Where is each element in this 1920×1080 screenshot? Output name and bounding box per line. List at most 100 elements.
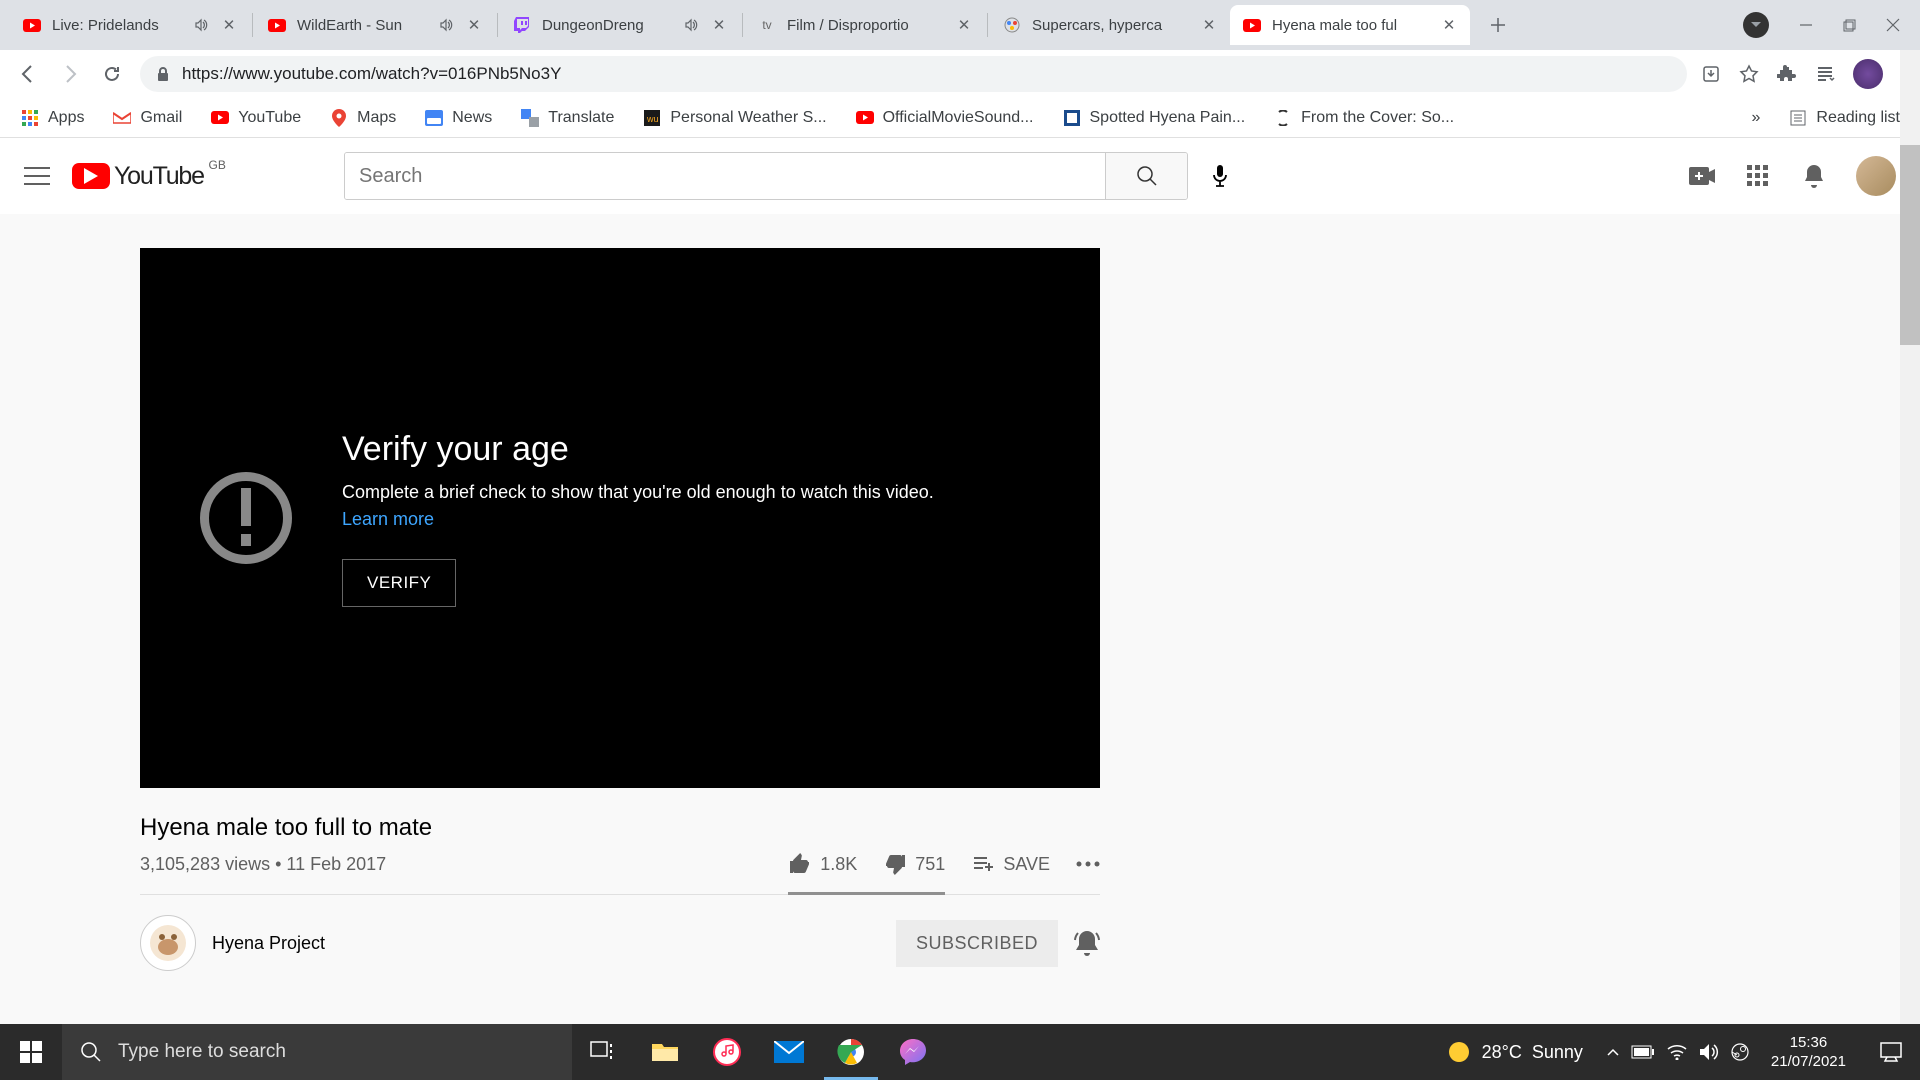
lock-icon: [156, 66, 170, 82]
bookmark-moviesound[interactable]: OfficialMovieSound...: [855, 108, 1034, 128]
dislike-button[interactable]: 751: [883, 852, 945, 876]
profile-avatar[interactable]: [1853, 59, 1883, 89]
action-center-icon[interactable]: [1868, 1042, 1914, 1062]
wifi-icon[interactable]: [1667, 1044, 1687, 1060]
close-icon[interactable]: ✕: [955, 16, 973, 34]
audio-icon[interactable]: [684, 18, 698, 32]
like-button[interactable]: 1.8K: [788, 852, 857, 876]
scroll-thumb[interactable]: [1900, 145, 1920, 345]
volume-icon[interactable]: [1699, 1043, 1719, 1061]
save-button[interactable]: SAVE: [971, 852, 1050, 876]
reading-list-icon[interactable]: [1815, 64, 1835, 84]
tab-twitch[interactable]: DungeonDreng ✕: [500, 5, 740, 45]
bookmark-translate[interactable]: Translate: [520, 108, 614, 128]
channel-avatar[interactable]: [140, 915, 196, 971]
tab-film[interactable]: tv Film / Disproportio ✕: [745, 5, 985, 45]
window-close-button[interactable]: [1886, 18, 1900, 32]
voice-search-button[interactable]: [1196, 152, 1244, 200]
more-actions-button[interactable]: [1076, 861, 1100, 867]
create-button[interactable]: [1688, 162, 1716, 190]
generic-favicon-icon: [1062, 108, 1082, 128]
reading-list-button[interactable]: Reading list: [1788, 108, 1900, 128]
guide-menu-button[interactable]: [24, 167, 50, 185]
age-gate-body: Complete a brief check to show that you'…: [342, 479, 982, 533]
start-button[interactable]: [0, 1024, 62, 1080]
tab-hyena-active[interactable]: Hyena male too ful ✕: [1230, 5, 1470, 45]
tab-title: DungeonDreng: [542, 17, 678, 34]
bookmark-weather[interactable]: wuPersonal Weather S...: [642, 108, 826, 128]
bookmark-label: Apps: [48, 109, 84, 127]
notification-bell-button[interactable]: [1074, 928, 1100, 958]
itunes-button[interactable]: [696, 1024, 758, 1080]
weather-widget[interactable]: 28°C Sunny: [1436, 1039, 1593, 1065]
notifications-button[interactable]: [1800, 162, 1828, 190]
youtube-icon: [855, 108, 875, 128]
url-input[interactable]: https://www.youtube.com/watch?v=016PNb5N…: [140, 56, 1687, 92]
tab-title: Live: Pridelands: [52, 17, 188, 34]
chrome-button[interactable]: [820, 1024, 882, 1080]
forward-button[interactable]: [56, 60, 84, 88]
audio-icon[interactable]: [194, 18, 208, 32]
bookmark-hyena[interactable]: Spotted Hyena Pain...: [1062, 108, 1246, 128]
messenger-button[interactable]: [882, 1024, 944, 1080]
gmail-icon: [112, 108, 132, 128]
warning-icon: [200, 472, 292, 564]
tab-wildearth[interactable]: WildEarth - Sun ✕: [255, 5, 495, 45]
sun-icon: [1446, 1039, 1472, 1065]
maximize-button[interactable]: [1843, 19, 1856, 32]
mail-button[interactable]: [758, 1024, 820, 1080]
bookmark-maps[interactable]: Maps: [329, 108, 396, 128]
account-avatar[interactable]: [1856, 156, 1896, 196]
audio-icon[interactable]: [439, 18, 453, 32]
youtube-wordmark: YouTube: [114, 162, 204, 191]
close-icon[interactable]: ✕: [220, 16, 238, 34]
verify-button[interactable]: VERIFY: [342, 559, 456, 607]
bookmarks-overflow[interactable]: »: [1751, 109, 1760, 127]
apps-button[interactable]: [1744, 162, 1772, 190]
bookmark-apps[interactable]: Apps: [20, 108, 84, 128]
close-icon[interactable]: ✕: [1440, 16, 1458, 34]
close-icon[interactable]: ✕: [710, 16, 728, 34]
subscribe-button[interactable]: SUBSCRIBED: [896, 920, 1058, 967]
extensions-icon[interactable]: [1777, 64, 1797, 84]
install-icon[interactable]: [1701, 64, 1721, 84]
task-view-button[interactable]: [572, 1024, 634, 1080]
close-icon[interactable]: ✕: [1200, 16, 1218, 34]
tab-separator: [252, 13, 253, 37]
maps-icon: [329, 108, 349, 128]
video-player[interactable]: Verify your age Complete a brief check t…: [140, 248, 1100, 788]
chrome-profile-button[interactable]: [1743, 12, 1769, 38]
tab-pridelands[interactable]: Live: Pridelands ✕: [10, 5, 250, 45]
youtube-favicon-icon: [1242, 15, 1262, 35]
search-icon: [80, 1041, 102, 1063]
bookmarks-bar: Apps Gmail YouTube Maps News Translate w…: [0, 98, 1920, 138]
system-tray: [1607, 1043, 1749, 1061]
tab-supercars[interactable]: Supercars, hyperca ✕: [990, 5, 1230, 45]
back-button[interactable]: [14, 60, 42, 88]
close-icon[interactable]: ✕: [465, 16, 483, 34]
taskbar-search[interactable]: Type here to search: [62, 1024, 572, 1080]
channel-name[interactable]: Hyena Project: [212, 933, 325, 954]
bookmark-cover[interactable]: From the Cover: So...: [1273, 108, 1454, 128]
clock[interactable]: 15:36 21/07/2021: [1763, 1033, 1854, 1072]
learn-more-link[interactable]: Learn more: [342, 509, 434, 529]
scrollbar[interactable]: [1900, 50, 1920, 1024]
battery-icon[interactable]: [1631, 1045, 1655, 1059]
bookmark-youtube[interactable]: YouTube: [210, 108, 301, 128]
video-title: Hyena male too full to mate: [140, 814, 1100, 842]
tray-chevron-icon[interactable]: [1607, 1048, 1619, 1056]
youtube-logo[interactable]: YouTube GB: [72, 162, 204, 191]
like-count: 1.8K: [820, 854, 857, 875]
date: 21/07/2021: [1771, 1052, 1846, 1072]
bookmark-news[interactable]: News: [424, 108, 492, 128]
reload-button[interactable]: [98, 60, 126, 88]
minimize-button[interactable]: [1799, 18, 1813, 32]
new-tab-button[interactable]: [1480, 7, 1516, 43]
search-input[interactable]: [345, 153, 1105, 199]
dislike-count: 751: [915, 854, 945, 875]
search-button[interactable]: [1105, 153, 1187, 199]
steam-icon[interactable]: [1731, 1043, 1749, 1061]
bookmark-gmail[interactable]: Gmail: [112, 108, 182, 128]
file-explorer-button[interactable]: [634, 1024, 696, 1080]
bookmark-star-icon[interactable]: [1739, 64, 1759, 84]
